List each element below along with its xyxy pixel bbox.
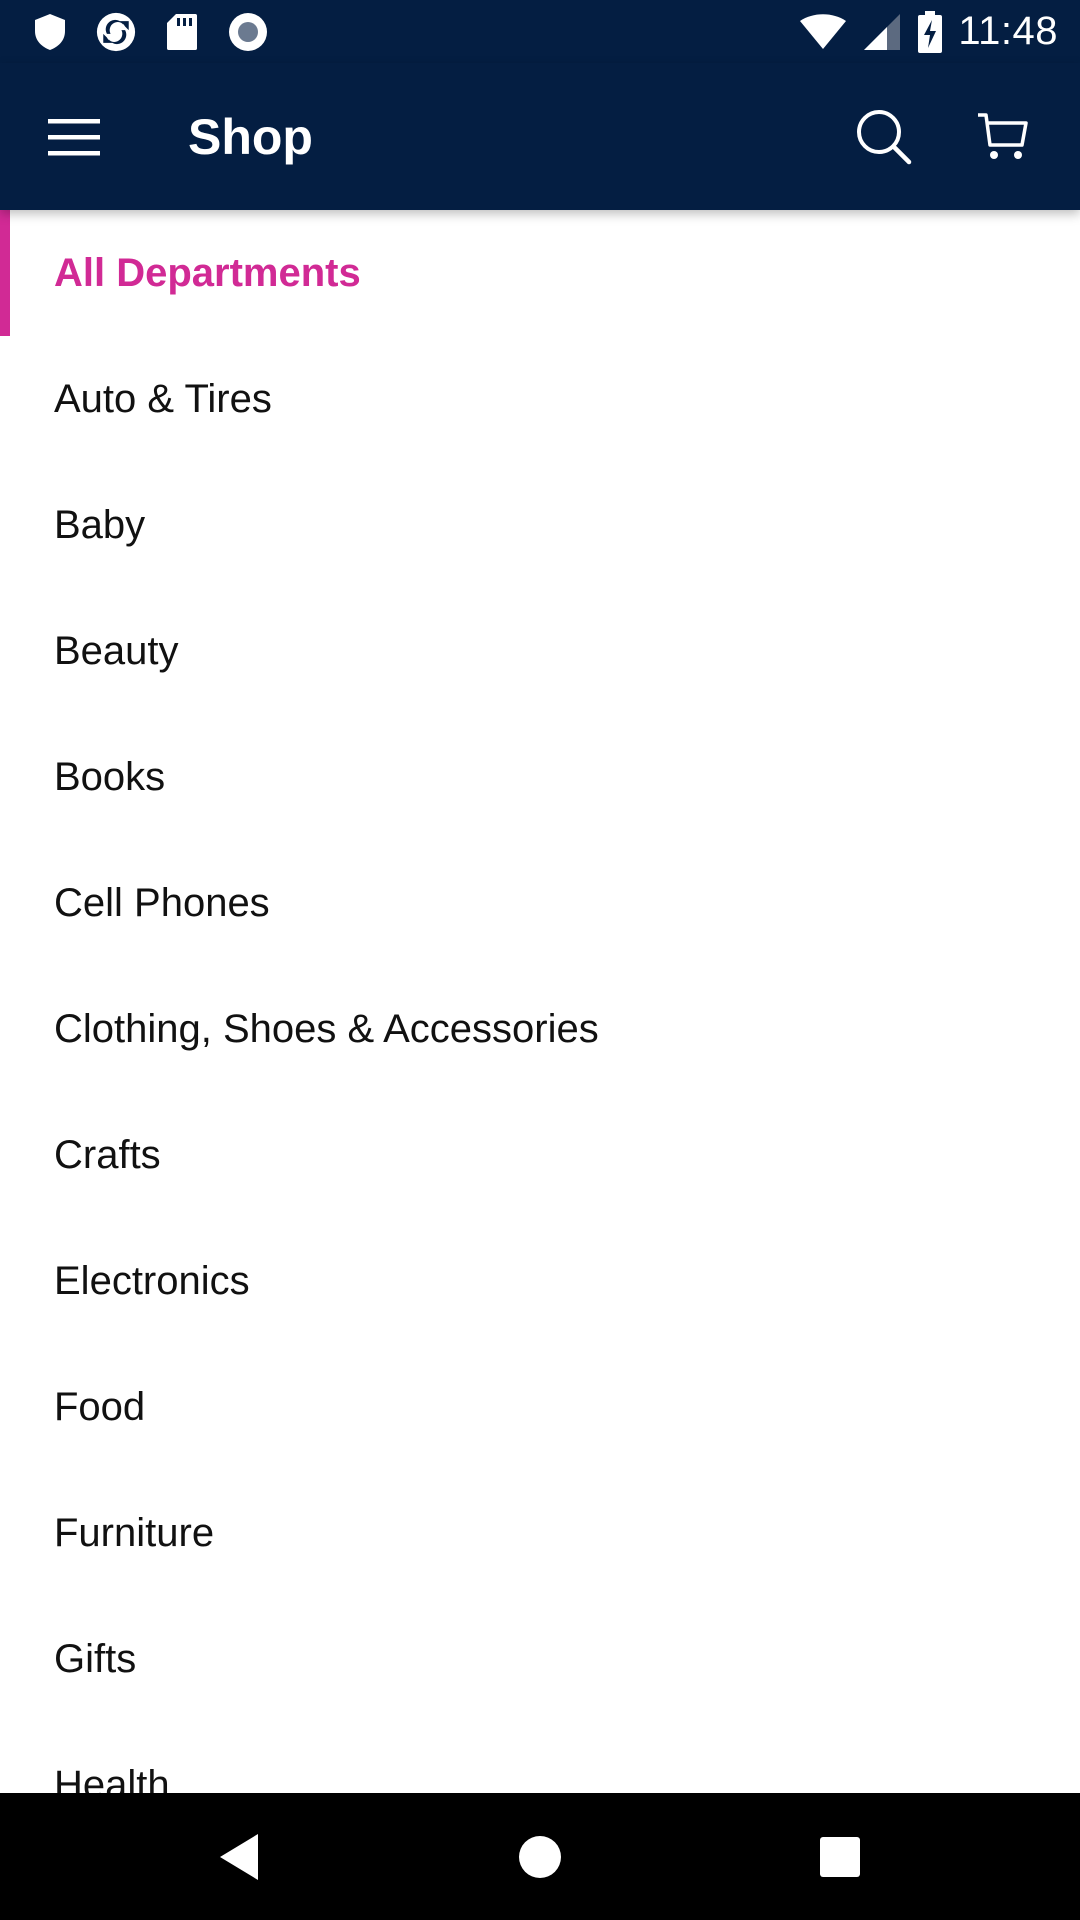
department-item[interactable]: Gifts xyxy=(0,1596,1080,1722)
department-item[interactable]: Clothing, Shoes & Accessories xyxy=(0,966,1080,1092)
app-bar-actions xyxy=(844,97,1080,177)
recents-icon xyxy=(820,1836,860,1877)
back-icon xyxy=(220,1833,258,1880)
department-item[interactable]: Cell Phones xyxy=(0,840,1080,966)
department-item[interactable]: Books xyxy=(0,714,1080,840)
sync-icon xyxy=(96,12,136,52)
status-right-icons: 11:48 xyxy=(798,9,1080,54)
wifi-icon xyxy=(798,12,848,52)
department-item[interactable]: Baby xyxy=(0,462,1080,588)
department-item[interactable]: Food xyxy=(0,1344,1080,1470)
sd-card-icon xyxy=(162,12,202,52)
department-item[interactable]: Auto & Tires xyxy=(0,336,1080,462)
department-item[interactable]: Health xyxy=(0,1722,1080,1794)
shield-icon xyxy=(30,12,70,52)
record-icon xyxy=(228,12,268,52)
home-button[interactable] xyxy=(480,1797,600,1917)
cart-button[interactable] xyxy=(962,97,1042,177)
search-button[interactable] xyxy=(844,97,924,177)
menu-icon xyxy=(48,118,100,155)
departments-list[interactable]: All Departments Auto & Tires Baby Beauty Boo… xyxy=(0,210,1080,1793)
department-item[interactable]: Crafts xyxy=(0,1092,1080,1218)
department-item[interactable]: Electronics xyxy=(0,1218,1080,1344)
app-bar: Shop xyxy=(0,63,1080,210)
back-button[interactable] xyxy=(180,1797,300,1917)
status-bar: 11:48 xyxy=(0,0,1080,63)
department-item[interactable]: Beauty xyxy=(0,588,1080,714)
menu-button[interactable] xyxy=(38,101,110,173)
home-icon xyxy=(519,1835,561,1878)
department-item[interactable]: All Departments xyxy=(0,210,1080,336)
system-nav-bar xyxy=(0,1793,1080,1920)
department-item[interactable]: Furniture xyxy=(0,1470,1080,1596)
search-icon xyxy=(857,109,912,164)
status-time: 11:48 xyxy=(958,9,1058,53)
page-title: Shop xyxy=(188,108,313,165)
signal-icon xyxy=(862,12,902,52)
battery-charging-icon xyxy=(916,10,944,53)
status-left-icons xyxy=(0,12,268,52)
cart-icon xyxy=(978,112,1028,159)
recents-button[interactable] xyxy=(780,1797,900,1917)
